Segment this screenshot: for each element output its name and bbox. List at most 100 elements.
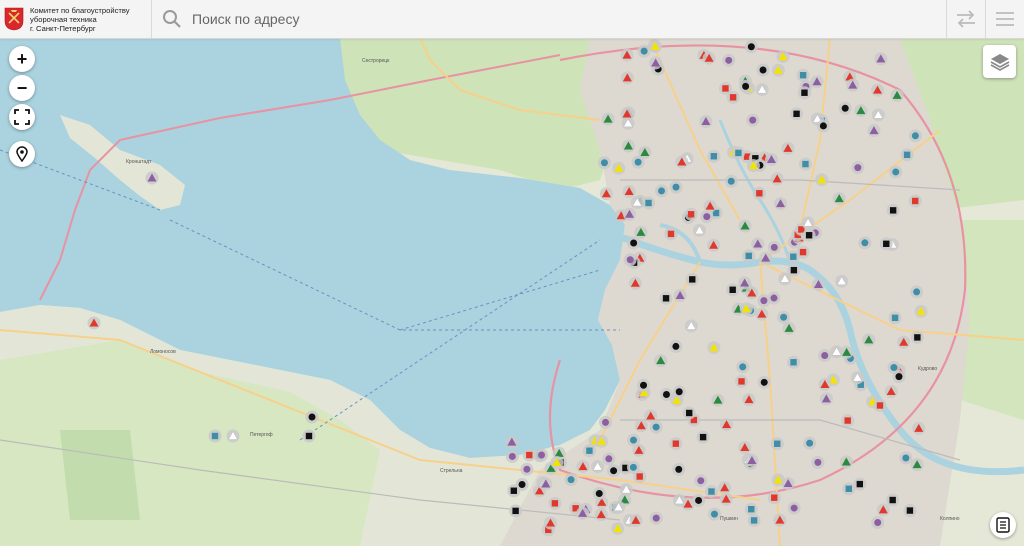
vehicle-marker[interactable] [731,146,745,160]
vehicle-marker[interactable] [871,83,885,97]
vehicle-marker[interactable] [548,496,562,510]
vehicle-marker[interactable] [830,345,844,359]
vehicle-marker[interactable] [747,513,761,527]
vehicle-marker[interactable] [839,455,853,469]
vehicle-marker[interactable] [673,289,687,303]
vehicle-marker[interactable] [854,104,868,118]
vehicle-marker[interactable] [576,460,590,474]
vehicle-marker[interactable] [620,71,634,85]
vehicle-marker[interactable] [736,360,750,374]
vehicle-marker[interactable] [871,108,885,122]
vehicle-marker[interactable] [612,161,626,175]
vehicle-marker[interactable] [505,435,519,449]
vehicle-marker[interactable] [611,522,625,536]
vehicle-marker[interactable] [908,194,922,208]
vehicle-marker[interactable] [145,171,159,185]
vehicle-marker[interactable] [669,180,683,194]
vehicle-marker[interactable] [649,511,663,525]
vehicle-marker[interactable] [796,245,810,259]
vehicle-marker[interactable] [886,493,900,507]
vehicle-marker[interactable] [621,139,635,153]
vehicle-marker[interactable] [684,319,698,333]
vehicle-marker[interactable] [787,355,801,369]
brand-block[interactable]: Комитет по благоустройству уборочная тех… [0,0,152,38]
vehicle-marker[interactable] [867,124,881,138]
vehicle-marker[interactable] [798,157,812,171]
vehicle-marker[interactable] [876,503,890,517]
vehicle-marker[interactable] [879,237,893,251]
vehicle-marker[interactable] [897,335,911,349]
vehicle-marker[interactable] [773,513,787,527]
vehicle-marker[interactable] [620,107,634,121]
vehicle-marker[interactable] [682,406,696,420]
vehicle-marker[interactable] [790,107,804,121]
vehicle-marker[interactable] [599,415,613,429]
vehicle-marker[interactable] [890,88,904,102]
vehicle-marker[interactable] [664,227,678,241]
vehicle-marker[interactable] [818,377,832,391]
vehicle-marker[interactable] [745,286,759,300]
vehicle-marker[interactable] [707,238,721,252]
vehicle-marker[interactable] [744,502,758,516]
vehicle-marker[interactable] [722,53,736,67]
vehicle-marker[interactable] [770,172,784,186]
vehicle-marker[interactable] [539,477,553,491]
vehicle-marker[interactable] [675,155,689,169]
vehicle-marker[interactable] [637,378,651,392]
vehicle-marker[interactable] [649,420,663,434]
vehicle-marker[interactable] [704,485,718,499]
vehicle-marker[interactable] [884,384,898,398]
vehicle-marker[interactable] [787,263,801,277]
vehicle-marker[interactable] [776,50,790,64]
vehicle-marker[interactable] [914,304,928,318]
vehicle-marker[interactable] [889,165,903,179]
vehicle-marker[interactable] [774,197,788,211]
vehicle-marker[interactable] [796,68,810,82]
vehicle-marker[interactable] [576,506,590,520]
vehicle-marker[interactable] [851,161,865,175]
vehicle-marker[interactable] [622,207,636,221]
vehicle-marker[interactable] [634,419,648,433]
vehicle-marker[interactable] [692,493,706,507]
vehicle-marker[interactable] [819,392,833,406]
vehicle-marker[interactable] [910,285,924,299]
vehicle-marker[interactable] [797,86,811,100]
vehicle-marker[interactable] [756,63,770,77]
vehicle-marker[interactable] [755,307,769,321]
vehicle-marker[interactable] [764,153,778,167]
vehicle-marker[interactable] [696,430,710,444]
vehicle-marker[interactable] [724,174,738,188]
vehicle-marker[interactable] [744,40,758,54]
vehicle-marker[interactable] [746,159,760,173]
vehicle-marker[interactable] [659,387,673,401]
vehicle-marker[interactable] [850,371,864,385]
vehicle-marker[interactable] [738,219,752,233]
vehicle-marker[interactable] [711,393,725,407]
vehicle-marker[interactable] [638,145,652,159]
vehicle-marker[interactable] [811,455,825,469]
vehicle-marker[interactable] [816,119,830,133]
vehicle-marker[interactable] [672,385,686,399]
vehicle-marker[interactable] [742,393,756,407]
vehicle-marker[interactable] [208,429,222,443]
vehicle-marker[interactable] [910,458,924,472]
vehicle-marker[interactable] [745,454,759,468]
vehicle-marker[interactable] [622,185,636,199]
vehicle-marker[interactable] [742,249,756,263]
vehicle-marker[interactable] [782,321,796,335]
vehicle-marker[interactable] [755,83,769,97]
vehicle-marker[interactable] [634,225,648,239]
vehicle-marker[interactable] [620,48,634,62]
vehicle-marker[interactable] [685,272,699,286]
vehicle-marker[interactable] [627,236,641,250]
vehicle-marker[interactable] [910,330,924,344]
vehicle-marker[interactable] [509,504,523,518]
vehicle-marker[interactable] [597,156,611,170]
vehicle-marker[interactable] [684,207,698,221]
map-canvas[interactable]: Кронштадт Ломоносов Сестрорецк Стрельна … [0,0,1024,546]
vehicle-marker[interactable] [672,493,686,507]
vehicle-marker[interactable] [637,44,651,58]
vehicle-marker[interactable] [707,149,721,163]
vehicle-marker[interactable] [535,448,549,462]
vehicle-marker[interactable] [302,429,316,443]
